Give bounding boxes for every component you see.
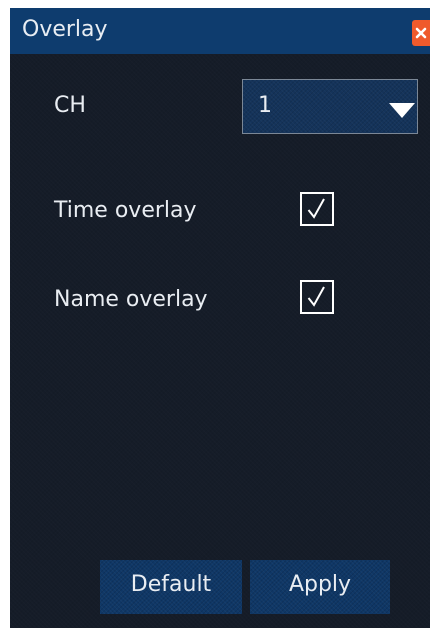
chevron-down-icon [389, 103, 415, 118]
dialog-title: Overlay [22, 17, 108, 42]
time-overlay-label: Time overlay [54, 198, 197, 223]
checkmark-icon [307, 198, 325, 219]
close-button[interactable] [412, 20, 430, 46]
time-overlay-checkbox[interactable] [300, 192, 334, 226]
apply-button[interactable]: Apply [250, 560, 390, 614]
name-overlay-label: Name overlay [54, 287, 208, 312]
name-overlay-checkbox[interactable] [300, 280, 334, 314]
close-icon [415, 27, 427, 39]
channel-select[interactable]: 1 [242, 79, 418, 134]
title-bar: Overlay [10, 8, 430, 54]
overlay-dialog: Overlay CH 1 Time overlay Name overlay D… [10, 8, 430, 628]
channel-select-value: 1 [258, 93, 272, 118]
channel-label: CH [54, 93, 86, 118]
default-button[interactable]: Default [100, 560, 242, 614]
checkmark-icon [307, 286, 325, 307]
